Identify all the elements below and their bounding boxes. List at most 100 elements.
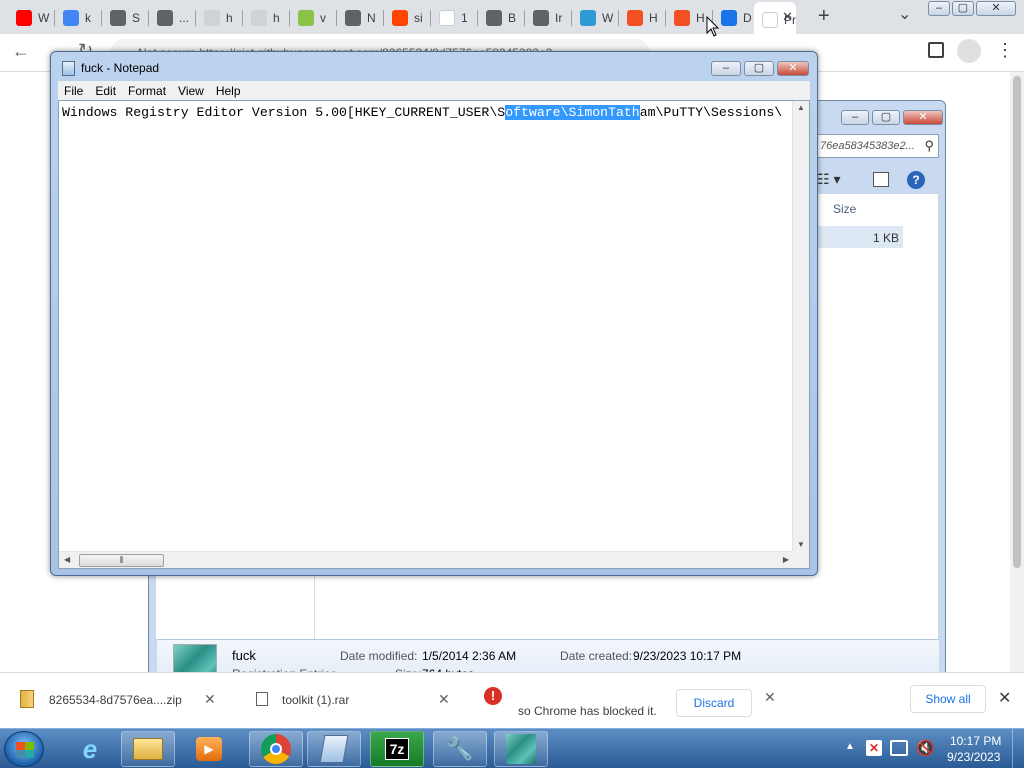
clock-time[interactable]: 10:17 PM — [950, 734, 1001, 748]
internet-explorer-icon[interactable]: e — [70, 732, 110, 766]
scroll-right-icon[interactable]: ▶ — [783, 555, 789, 564]
tools-taskbar-button[interactable]: 🔧 — [433, 731, 487, 767]
close-button[interactable]: ✕ — [777, 61, 809, 76]
registry-icon — [506, 734, 536, 764]
google-icon — [63, 10, 79, 26]
vertical-scrollbar[interactable]: ▲ ▼ — [792, 101, 809, 551]
network-icon[interactable] — [890, 740, 908, 756]
tab-label: k — [85, 11, 91, 25]
browser-tab[interactable]: H — [619, 6, 664, 30]
close-icon[interactable]: ✕ — [204, 691, 216, 708]
notepad-icon — [319, 735, 349, 763]
close-downloads-icon[interactable]: ✕ — [998, 688, 1011, 708]
maximize-button[interactable]: ▢ — [952, 1, 974, 16]
browser-tab[interactable]: h — [196, 6, 241, 30]
action-center-icon[interactable]: ✕ — [866, 740, 882, 756]
scroll-thumb[interactable] — [1013, 76, 1021, 568]
browser-tab[interactable]: 1 — [431, 6, 476, 30]
minimize-button[interactable]: – — [928, 1, 950, 16]
download-filename: 8265534-8d7576ea....zip — [49, 693, 182, 707]
youtube-icon — [16, 10, 32, 26]
search-icon: ⚲ — [924, 138, 934, 153]
help-icon[interactable]: ? — [907, 171, 925, 189]
tab-label: D — [743, 11, 752, 25]
back-arrow-icon[interactable]: ← — [12, 41, 30, 62]
new-tab-button[interactable]: + — [818, 5, 830, 28]
file-row[interactable]: 1 KB — [817, 226, 903, 248]
tab-search-button[interactable]: ⌄ — [898, 4, 911, 24]
menu-help[interactable]: Help — [210, 84, 247, 98]
download-item-blocked[interactable]: ! so Chrome has blocked it. Discard ✕ — [478, 683, 788, 719]
date-modified-label: Date modified: — [340, 649, 418, 663]
browser-tab[interactable]: S — [102, 6, 147, 30]
scroll-thumb[interactable]: ⦀ — [79, 554, 164, 567]
download-item-rar[interactable]: toolkit (1).rar ✕ — [248, 685, 458, 715]
horizontal-scrollbar[interactable]: ◀ ⦀ ▶ — [59, 551, 794, 568]
page-icon — [762, 12, 778, 28]
browser-tab[interactable]: k — [55, 6, 100, 30]
menu-format[interactable]: Format — [122, 84, 172, 98]
notepad-icon — [62, 61, 75, 76]
scroll-down-icon[interactable]: ▼ — [797, 540, 805, 549]
file-icon — [256, 692, 268, 706]
tab-label: W — [602, 11, 614, 25]
page-scrollbar[interactable] — [1010, 72, 1024, 672]
maximize-button[interactable]: ▢ — [744, 61, 774, 76]
minimize-button[interactable]: – — [841, 110, 869, 125]
scroll-up-icon[interactable]: ▲ — [797, 103, 805, 112]
close-tab-icon[interactable]: ✕ — [782, 9, 793, 25]
browser-tab[interactable]: W — [8, 6, 53, 30]
close-button[interactable]: ✕ — [903, 110, 943, 125]
preview-pane-icon[interactable] — [873, 172, 889, 187]
media-player-icon[interactable]: ▶ — [196, 737, 222, 761]
size-grip[interactable] — [792, 551, 809, 568]
chrome-menu-icon[interactable]: ⋮ — [996, 40, 1014, 61]
browser-tab[interactable]: si — [384, 6, 429, 30]
github-icon — [345, 10, 361, 26]
menu-view[interactable]: View — [172, 84, 210, 98]
text-editor-area[interactable]: Windows Registry Editor Version 5.00[HKE… — [58, 100, 810, 569]
column-header-size[interactable]: Size — [833, 202, 856, 216]
close-icon[interactable]: ✕ — [764, 689, 776, 706]
chrome-taskbar-button[interactable] — [249, 731, 303, 767]
show-hidden-icons[interactable]: ▲ — [845, 741, 855, 752]
globe-icon — [486, 10, 502, 26]
file-explorer-taskbar-button[interactable] — [121, 731, 175, 767]
browser-tab[interactable]: H — [666, 6, 711, 30]
browser-tab[interactable]: v — [290, 6, 335, 30]
view-options-icon[interactable]: ☷ ▾ — [817, 171, 840, 188]
tab-label: H — [649, 11, 658, 25]
minimize-button[interactable]: – — [711, 61, 741, 76]
7zip-taskbar-button[interactable]: 7z — [370, 731, 424, 767]
globe-icon — [110, 10, 126, 26]
notepad-taskbar-button[interactable] — [307, 731, 361, 767]
discard-button[interactable]: Discard — [676, 689, 752, 717]
browser-tab[interactable]: ... — [149, 6, 194, 30]
downloads-bar: 8265534-8d7576ea....zip ✕ toolkit (1).ra… — [0, 672, 1024, 728]
reddit-icon — [392, 10, 408, 26]
profile-avatar-icon[interactable] — [957, 39, 981, 63]
date-created: 9/23/2023 10:17 PM — [633, 649, 742, 663]
show-all-button[interactable]: Show all — [910, 685, 986, 713]
search-box[interactable]: 76ea58345383e2... ⚲ — [817, 134, 939, 158]
archive-file-icon — [20, 690, 34, 708]
side-panel-icon[interactable] — [928, 42, 944, 58]
start-button[interactable] — [4, 731, 44, 767]
maximize-button[interactable]: ▢ — [872, 110, 900, 125]
menu-file[interactable]: File — [58, 84, 89, 98]
browser-tab[interactable]: W — [572, 6, 617, 30]
volume-muted-icon[interactable]: 🔇 — [916, 739, 935, 757]
close-button[interactable]: ✕ — [976, 1, 1016, 16]
close-icon[interactable]: ✕ — [438, 691, 450, 708]
menu-edit[interactable]: Edit — [89, 84, 122, 98]
browser-tab[interactable]: B — [478, 6, 523, 30]
browser-tab[interactable]: N — [337, 6, 382, 30]
mouse-cursor-icon — [706, 15, 720, 41]
show-desktop-button[interactable] — [1012, 729, 1024, 768]
browser-tab[interactable]: h — [243, 6, 288, 30]
download-item-zip[interactable]: 8265534-8d7576ea....zip ✕ — [14, 685, 230, 715]
browser-tab[interactable]: Ir — [525, 6, 570, 30]
regedit-taskbar-button[interactable] — [494, 731, 548, 767]
clock-date[interactable]: 9/23/2023 — [947, 750, 1000, 764]
scroll-left-icon[interactable]: ◀ — [64, 555, 70, 564]
